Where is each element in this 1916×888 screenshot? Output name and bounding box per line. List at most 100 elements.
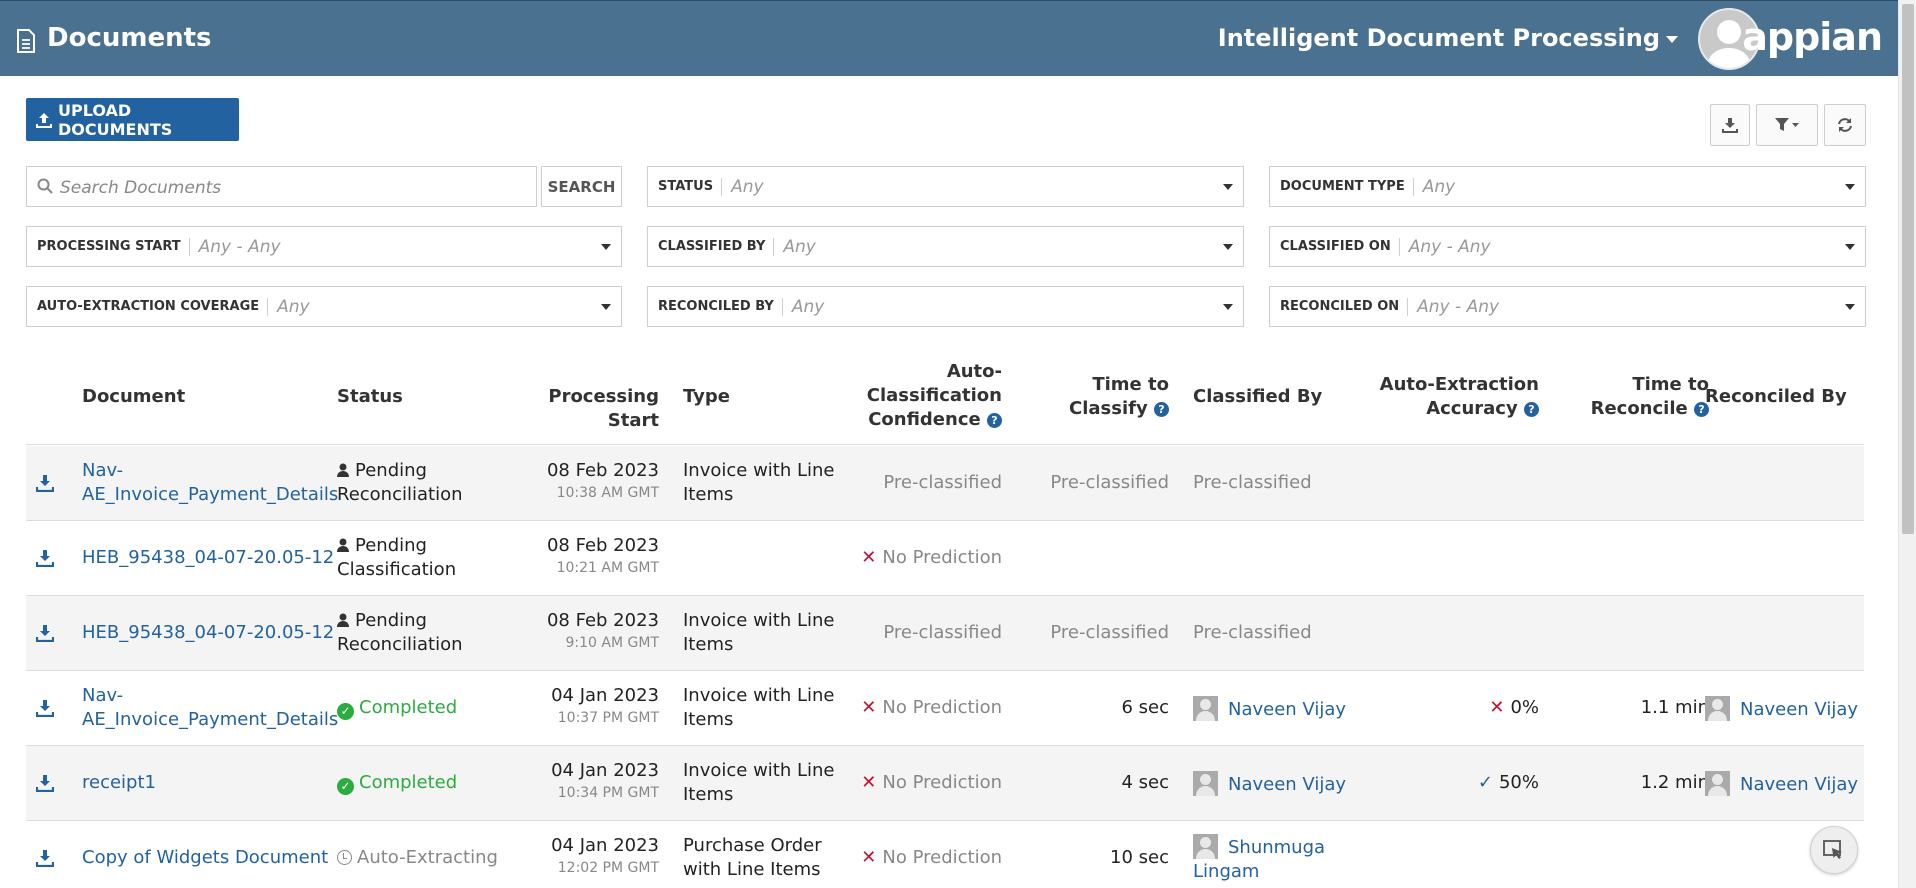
download-icon[interactable] [36, 774, 54, 792]
status-text-line2: Classification [337, 559, 457, 580]
processing-date: 08 Feb 2023 [546, 610, 659, 631]
download-icon[interactable] [36, 624, 54, 642]
classified-by-name: Naveen Vijay [1228, 774, 1347, 795]
time-to-reconcile-cell: 1.2 min [1640, 772, 1709, 793]
time-to-classify-cell: Pre-classified [1050, 622, 1169, 643]
col-accuracy-line1: Auto-Extraction [1379, 374, 1539, 395]
processing-start-filter-value: Any - Any [198, 236, 281, 257]
scrollbar-thumb[interactable] [1902, 4, 1914, 534]
dropdown-caret-icon [1845, 304, 1855, 310]
reconciled-by-name: Naveen Vijay [1740, 774, 1859, 795]
cursor-select-icon [1823, 840, 1842, 859]
col-type[interactable]: Type [683, 385, 730, 409]
confidence-cell: ✕ No Prediction [846, 696, 1002, 720]
document-name-line1: Nav- [82, 685, 124, 706]
classified-by-name: Naveen Vijay [1228, 699, 1347, 720]
col-time-to-classify[interactable]: Time to Classify ? [1026, 373, 1169, 421]
check-circle-icon: ✓ [337, 778, 354, 795]
col-confidence-line1: Auto- [946, 361, 1002, 382]
classified-by-filter[interactable]: CLASSIFIED BY Any [647, 226, 1244, 267]
classified-by-cell[interactable]: Naveen Vijay [1193, 696, 1346, 722]
processing-time: 10:37 PM GMT [557, 710, 659, 726]
chevron-down-icon[interactable] [1666, 36, 1678, 43]
classified-by-cell: Pre-classified [1193, 472, 1312, 493]
type-line2: Items [683, 634, 734, 655]
auto-extraction-coverage-filter[interactable]: AUTO-EXTRACTION COVERAGE Any [26, 286, 622, 327]
col-processing-start[interactable]: Processing Start [496, 385, 659, 433]
filter-menu-button[interactable] [1756, 104, 1818, 146]
type-line1: Invoice with Line [683, 610, 835, 631]
refresh-button[interactable] [1824, 104, 1866, 146]
download-icon[interactable] [36, 849, 54, 867]
type-cell: Invoice with Line Items [683, 459, 835, 507]
help-icon[interactable]: ? [987, 413, 1002, 428]
col-confidence-line3: Confidence [868, 409, 981, 430]
document-link[interactable]: Copy of Widgets Document [82, 846, 328, 870]
processing-start-filter[interactable]: PROCESSING START Any - Any [26, 226, 622, 267]
classified-by-cell[interactable]: Naveen Vijay [1193, 771, 1346, 797]
document-link[interactable]: Nav- AE_Invoice_Payment_Details [82, 459, 338, 507]
col-classified-by[interactable]: Classified By [1193, 385, 1322, 409]
confidence-cell: Pre-classified [883, 472, 1002, 493]
status-filter[interactable]: STATUS Any [647, 166, 1244, 207]
col-auto-extraction-accuracy[interactable]: Auto-Extraction Accuracy ? [1356, 373, 1539, 421]
document-name-line2: AE_Invoice_Payment_Details [82, 709, 339, 730]
classified-by-cell[interactable]: Shunmuga Lingam [1193, 834, 1325, 884]
vertical-scrollbar[interactable] [1898, 0, 1916, 888]
avatar [1193, 696, 1218, 721]
document-type-filter[interactable]: DOCUMENT TYPE Any [1269, 166, 1866, 207]
processing-start-cell: 08 Feb 2023 9:10 AM GMT [496, 609, 659, 653]
confidence-text: No Prediction [882, 547, 1002, 568]
feedback-button[interactable] [1810, 826, 1858, 874]
document-link[interactable]: receipt1 [82, 771, 156, 795]
type-cell: Purchase Order with Line Items [683, 834, 822, 882]
dropdown-caret-icon [1845, 244, 1855, 250]
reconciled-by-cell[interactable]: Naveen Vijay [1705, 771, 1858, 797]
page-title: Documents [47, 23, 212, 53]
document-link[interactable]: HEB_95438_04-07-20.05-12 [82, 621, 334, 645]
status-text: Auto-Extracting [357, 847, 498, 868]
x-icon: ✕ [861, 547, 877, 568]
classified-on-filter[interactable]: CLASSIFIED ON Any - Any [1269, 226, 1866, 267]
status-text: Completed [359, 772, 458, 793]
confidence-cell: ✕ No Prediction [846, 546, 1002, 570]
upload-documents-button[interactable]: UPLOAD DOCUMENTS [26, 98, 239, 141]
processing-start-cell: 04 Jan 2023 10:34 PM GMT [496, 759, 659, 803]
auto-extraction-coverage-filter-value: Any [277, 296, 310, 317]
x-icon: ✕ [861, 772, 877, 793]
dropdown-caret-icon [1223, 184, 1233, 190]
dropdown-caret-icon [601, 304, 611, 310]
status-text-line1: Pending [355, 610, 427, 631]
help-icon[interactable]: ? [1154, 402, 1169, 417]
reconciled-on-filter[interactable]: RECONCILED ON Any - Any [1269, 286, 1866, 327]
reconciled-by-cell[interactable]: Naveen Vijay [1705, 696, 1858, 722]
download-icon[interactable] [36, 699, 54, 717]
avatar [1705, 696, 1730, 721]
col-time-to-reconcile[interactable]: Time to Reconcile ? [1556, 373, 1709, 421]
col-reconciled-by[interactable]: Reconciled By [1705, 385, 1847, 409]
col-confidence[interactable]: Auto- Classification Confidence ? [846, 360, 1002, 432]
upload-label: UPLOAD DOCUMENTS [58, 100, 173, 139]
refresh-icon [1838, 118, 1852, 132]
status-text: Completed [359, 697, 458, 718]
col-status[interactable]: Status [337, 385, 403, 409]
type-line2: Items [683, 484, 734, 505]
type-cell: Invoice with Line Items [683, 759, 835, 807]
help-icon[interactable]: ? [1524, 402, 1539, 417]
document-link[interactable]: Nav- AE_Invoice_Payment_Details [82, 684, 338, 732]
status-filter-value: Any [731, 176, 764, 197]
time-to-classify-cell: Pre-classified [1050, 472, 1169, 493]
download-icon[interactable] [36, 549, 54, 567]
col-time-to-reconcile-line1: Time to [1632, 374, 1709, 395]
search-input[interactable]: Search Documents [26, 166, 537, 207]
download-icon[interactable] [36, 474, 54, 492]
app-switcher[interactable]: Intelligent Document Processing [1218, 24, 1660, 52]
col-document[interactable]: Document [82, 385, 185, 409]
export-button[interactable] [1710, 104, 1750, 146]
search-button[interactable]: SEARCH [541, 166, 622, 207]
brand-logo[interactable]: appian [1742, 15, 1883, 59]
filter-icon [1775, 118, 1799, 131]
document-name-line2: AE_Invoice_Payment_Details [82, 484, 339, 505]
reconciled-by-filter[interactable]: RECONCILED BY Any [647, 286, 1244, 327]
document-link[interactable]: HEB_95438_04-07-20.05-12 [82, 546, 334, 570]
